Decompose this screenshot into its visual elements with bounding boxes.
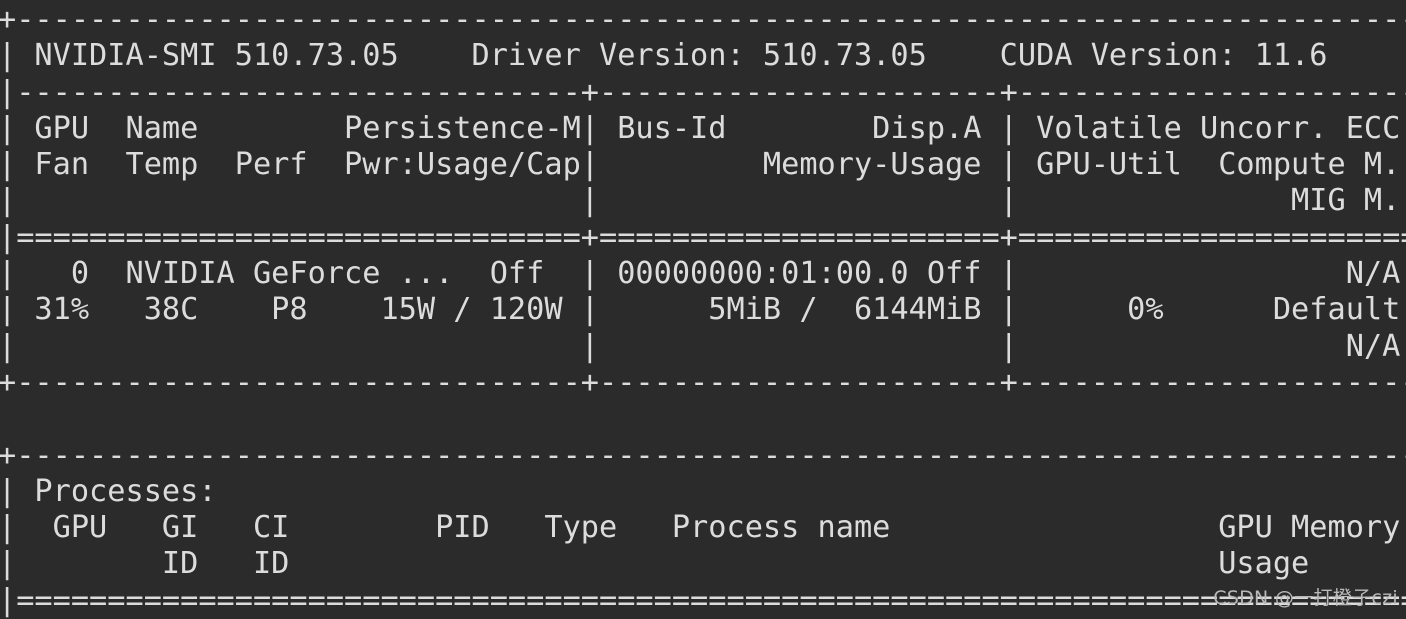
terminal-line-16: |=======================================… xyxy=(0,582,1406,618)
terminal-line-10: +-------------------------------+-------… xyxy=(0,364,1406,400)
terminal-line-5: | | | MIG M. | xyxy=(0,183,1406,219)
terminal-line-4: | Fan Temp Perf Pwr:Usage/Cap| Memory-Us… xyxy=(0,147,1406,183)
terminal-line-7: | 0 NVIDIA GeForce ... Off | 00000000:01… xyxy=(0,256,1406,292)
nvidia-smi-terminal-output: +---------------------------------------… xyxy=(0,0,1406,618)
terminal-line-12: +---------------------------------------… xyxy=(0,437,1406,473)
terminal-line-1: | NVIDIA-SMI 510.73.05 Driver Version: 5… xyxy=(0,38,1406,74)
terminal-line-13: | Processes: | xyxy=(0,473,1406,509)
terminal-line-9: | | | N/A | xyxy=(0,328,1406,364)
terminal-line-2: |-------------------------------+-------… xyxy=(0,74,1406,110)
terminal-line-6: |===============================+=======… xyxy=(0,219,1406,255)
terminal-line-14: | GPU GI CI PID Type Process name GPU Me… xyxy=(0,510,1406,546)
terminal-line-3: | GPU Name Persistence-M| Bus-Id Disp.A … xyxy=(0,110,1406,146)
terminal-line-11 xyxy=(0,401,1404,437)
terminal-line-8: | 31% 38C P8 15W / 120W | 5MiB / 6144MiB… xyxy=(0,292,1406,328)
terminal-line-15: | ID ID Usage | xyxy=(0,546,1406,582)
terminal-line-0: +---------------------------------------… xyxy=(0,2,1406,37)
